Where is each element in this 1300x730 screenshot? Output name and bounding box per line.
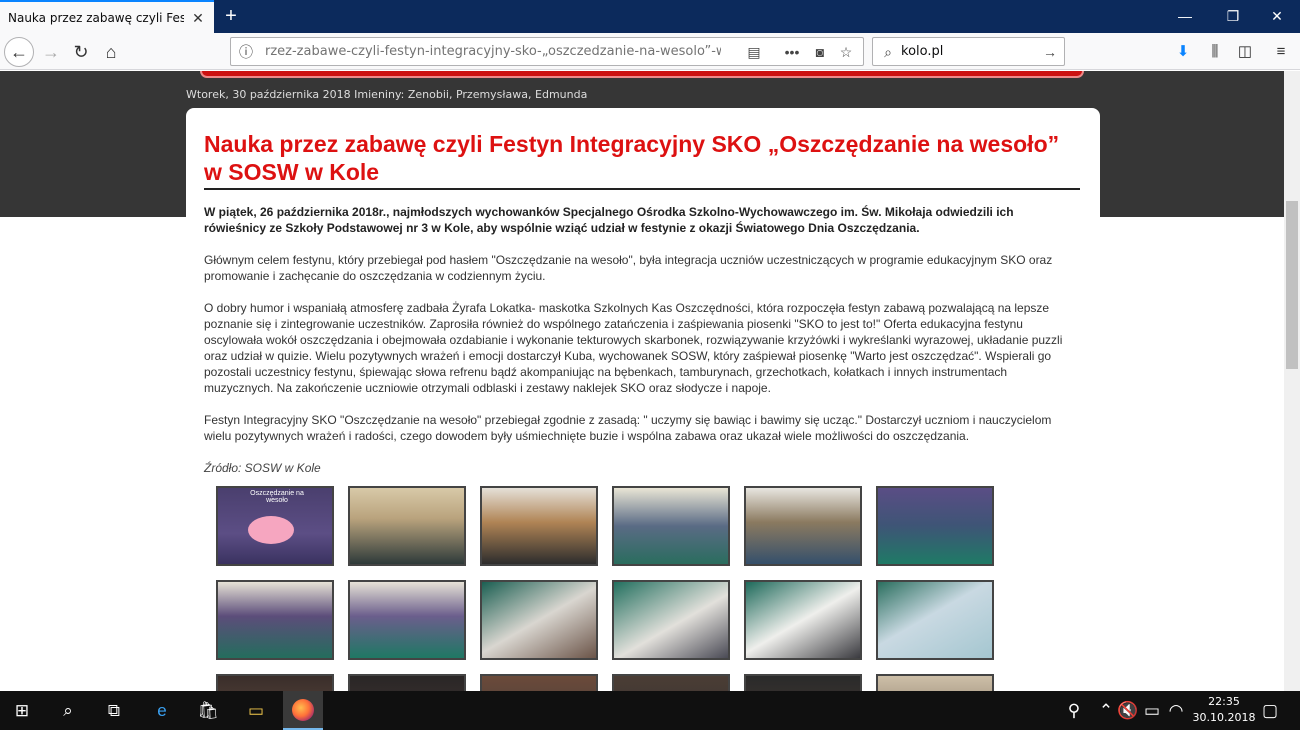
pocket-icon[interactable]: ◙	[811, 43, 829, 61]
article-paragraph: Głównym celem festynu, który przebiegał …	[204, 253, 1053, 283]
article-lead: W piątek, 26 października 2018r., najmło…	[204, 205, 1014, 235]
article-body: W piątek, 26 października 2018r., najmło…	[204, 204, 1064, 492]
library-icon[interactable]: ⫼	[1204, 41, 1226, 63]
article-paragraph: Festyn Integracyjny SKO "Oszczędzanie na…	[204, 413, 1052, 443]
gallery-thumbnail[interactable]	[876, 674, 994, 691]
taskbar-clock[interactable]: 22:35 30.10.2018	[1192, 694, 1256, 726]
address-bar[interactable]: ⓘ rzez-zabawe-czyli-festyn-integracyjny-…	[230, 37, 864, 66]
menu-icon[interactable]: ≡	[1270, 41, 1292, 63]
store-icon[interactable]: 🛍	[196, 699, 220, 723]
gallery-thumbnail[interactable]: Oszczędzanie na wesoło	[216, 486, 334, 566]
gallery-thumbnail[interactable]	[876, 486, 994, 566]
gallery-thumbnail[interactable]	[744, 674, 862, 691]
firefox-taskbar-button[interactable]	[283, 691, 323, 730]
reader-view-icon[interactable]: ▤	[745, 43, 763, 61]
downloads-icon[interactable]: ⬇	[1172, 41, 1194, 63]
gallery-thumbnail[interactable]	[480, 486, 598, 566]
gallery-thumbnail[interactable]	[480, 674, 598, 691]
arrow-right-icon: →	[42, 41, 60, 62]
gallery-thumbnail[interactable]	[348, 580, 466, 660]
firefox-icon	[292, 699, 314, 721]
gallery-thumbnail[interactable]	[612, 674, 730, 691]
navigation-toolbar: ← → ↻ ⌂ ⓘ rzez-zabawe-czyli-festyn-integ…	[0, 33, 1300, 70]
article-card: Nauka przez zabawę czyli Festyn Integrac…	[186, 108, 1100, 691]
article-paragraph: O dobry humor i wspaniałą atmosferę zadb…	[204, 301, 1063, 395]
reload-icon: ↻	[73, 41, 89, 62]
forward-button[interactable]: →	[36, 37, 66, 67]
reload-button[interactable]: ↻	[66, 37, 96, 67]
date-nameday-line: Wtorek, 30 października 2018 Imieniny: Z…	[186, 88, 588, 101]
windows-start-icon[interactable]: ⊞	[10, 699, 34, 723]
home-button[interactable]: ⌂	[96, 37, 126, 67]
page-scrollbar[interactable]	[1284, 71, 1300, 691]
gallery-thumbnail[interactable]	[216, 674, 334, 691]
search-go-icon[interactable]: →	[1041, 43, 1059, 61]
volume-muted-icon[interactable]: 🔇	[1116, 699, 1140, 723]
windows-taskbar: ⊞ ⌕ ⧉ e 🛍 ▭ ⚲ ⌃ 🔇 ▭ ◠ 22:35 30.10.2018 ▢	[0, 691, 1300, 730]
arrow-left-icon: ←	[10, 41, 28, 62]
gallery-thumbnail[interactable]	[612, 486, 730, 566]
search-icon[interactable]: ⌕	[56, 699, 80, 723]
article-title: Nauka przez zabawę czyli Festyn Integrac…	[204, 131, 1060, 185]
gallery-thumbnail[interactable]	[744, 580, 862, 660]
page-actions-icon[interactable]: •••	[783, 43, 801, 61]
site-menu-strip[interactable]	[200, 71, 1084, 78]
gallery-thumbnail[interactable]	[744, 486, 862, 566]
gallery-thumbnail[interactable]	[612, 580, 730, 660]
battery-icon[interactable]: ▭	[1140, 699, 1164, 723]
close-window-button[interactable]: ✕	[1254, 0, 1300, 33]
gallery-thumbnail[interactable]	[480, 580, 598, 660]
tab-title: Nauka przez zabawę czyli Festyn Int	[8, 10, 184, 25]
url-text[interactable]: rzez-zabawe-czyli-festyn-integracyjny-sk…	[231, 44, 721, 59]
title-divider	[204, 188, 1080, 190]
active-tab[interactable]: Nauka przez zabawę czyli Festyn Int ✕	[0, 0, 214, 33]
thumbnail-sign-text: Oszczędzanie na wesoło	[250, 490, 304, 504]
home-icon: ⌂	[105, 41, 117, 62]
notifications-icon[interactable]: ▢	[1258, 699, 1282, 723]
minimize-button[interactable]: —	[1162, 0, 1208, 33]
info-icon[interactable]: ⓘ	[237, 43, 255, 61]
edge-browser-icon[interactable]: e	[150, 699, 174, 723]
gallery-thumbnail[interactable]	[876, 580, 994, 660]
article-source: Źródło: SOSW w Kole	[204, 461, 321, 475]
gallery-thumbnail[interactable]	[348, 674, 466, 691]
file-explorer-icon[interactable]: ▭	[244, 699, 268, 723]
wifi-icon[interactable]: ◠	[1164, 699, 1188, 723]
page-viewport: Wtorek, 30 października 2018 Imieniny: Z…	[0, 71, 1284, 691]
bookmark-star-icon[interactable]: ☆	[837, 43, 855, 61]
clock-time: 22:35	[1208, 695, 1240, 708]
back-button[interactable]: ←	[4, 37, 34, 67]
clock-date: 30.10.2018	[1192, 711, 1256, 724]
search-bar[interactable]: ⌕ kolo.pl →	[872, 37, 1065, 66]
sidebar-icon[interactable]: ◫	[1234, 41, 1256, 63]
search-icon: ⌕	[884, 44, 892, 60]
scrollbar-thumb[interactable]	[1286, 201, 1298, 369]
gallery-thumbnail[interactable]	[348, 486, 466, 566]
new-tab-button[interactable]: +	[220, 5, 242, 27]
chevron-up-icon[interactable]: ⌃	[1094, 699, 1118, 723]
tab-strip: Nauka przez zabawę czyli Festyn Int ✕ + …	[0, 0, 1300, 33]
task-view-icon[interactable]: ⧉	[102, 699, 126, 723]
pig-image	[248, 516, 294, 544]
maximize-button[interactable]: ❐	[1210, 0, 1256, 33]
close-tab-icon[interactable]: ✕	[190, 10, 206, 26]
people-icon[interactable]: ⚲	[1062, 699, 1086, 723]
gallery-thumbnail[interactable]	[216, 580, 334, 660]
